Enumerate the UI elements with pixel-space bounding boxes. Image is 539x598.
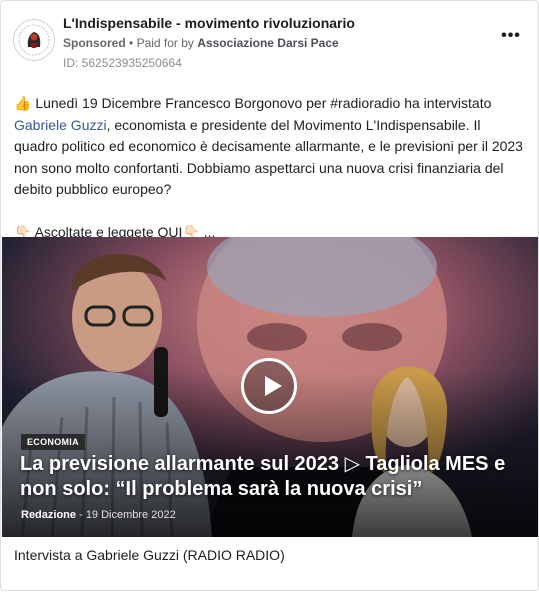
sponsored-label: Sponsored: [63, 36, 126, 50]
body-line1: Lunedì 19 Dicembre Francesco Borgonovo p…: [35, 95, 492, 111]
thumbs-up-emoji: 👍: [14, 95, 32, 111]
post-paragraph: 👍 Lunedì 19 Dicembre Francesco Borgonovo…: [14, 93, 526, 201]
byline: Redazione - 19 Dicembre 2022: [21, 509, 176, 521]
paid-by-prefix: Paid for by: [136, 36, 194, 50]
ad-card: L'Indispensabile - movimento rivoluziona…: [0, 0, 539, 591]
play-button[interactable]: [241, 358, 297, 414]
play-icon: [265, 376, 282, 396]
sponsored-line: Sponsored • Paid for by Associazione Dar…: [63, 36, 339, 50]
more-options-icon[interactable]: •••: [500, 28, 522, 45]
payer-name[interactable]: Associazione Darsi Pace: [197, 36, 338, 50]
byline-separator: -: [79, 509, 83, 521]
ad-id: ID: 562523935250664: [63, 56, 182, 70]
mention-link[interactable]: Gabriele Guzzi: [14, 117, 107, 133]
video-preview[interactable]: ECONOMIA La previsione allarmante sul 20…: [2, 237, 538, 537]
post-body: 👍 Lunedì 19 Dicembre Francesco Borgonovo…: [14, 93, 526, 243]
category-tag: ECONOMIA: [21, 434, 85, 450]
avatar[interactable]: [13, 19, 55, 61]
video-headline: La previsione allarmante sul 2023 ▷ Tagl…: [20, 453, 506, 500]
post-header: L'Indispensabile - movimento rivoluziona…: [13, 11, 526, 73]
author-name: Redazione: [21, 509, 77, 521]
separator-dot: •: [129, 36, 134, 50]
video-caption[interactable]: Intervista a Gabriele Guzzi (RADIO RADIO…: [14, 547, 285, 563]
page-logo-icon: [15, 21, 53, 59]
page-name[interactable]: L'Indispensabile - movimento rivoluziona…: [63, 15, 355, 31]
publish-date: 19 Dicembre 2022: [85, 509, 176, 521]
